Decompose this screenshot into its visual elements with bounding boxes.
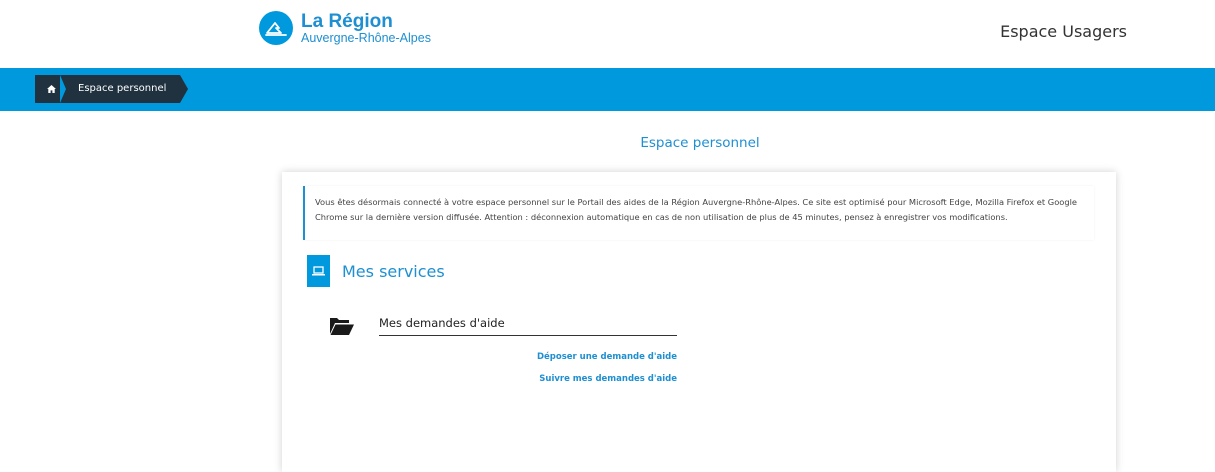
deposer-demande-link[interactable]: Déposer une demande d'aide (537, 352, 677, 362)
services-card: Vous êtes désormais connecté à votre esp… (282, 172, 1116, 472)
laptop-icon (307, 255, 330, 287)
home-icon (46, 85, 56, 93)
region-logo[interactable]: La Région Auvergne-Rhône-Alpes (259, 11, 431, 45)
page-title: Espace personnel (640, 135, 760, 151)
suivre-demandes-link[interactable]: Suivre mes demandes d'aide (539, 374, 677, 384)
services-header: Mes services (307, 255, 445, 287)
logo-subtitle: Auvergne-Rhône-Alpes (301, 30, 431, 45)
region-logo-icon (259, 11, 293, 45)
logo-title: La Région (301, 10, 393, 32)
breadcrumb-current[interactable]: Espace personnel (59, 75, 189, 103)
services-title: Mes services (342, 261, 445, 281)
demandes-title: Mes demandes d'aide (379, 316, 677, 336)
info-notice: Vous êtes désormais connecté à votre esp… (303, 186, 1094, 240)
site-header: La Région Auvergne-Rhône-Alpes Espace Us… (0, 0, 1215, 68)
folder-open-icon (329, 316, 355, 341)
espace-usagers-title: Espace Usagers (1000, 22, 1127, 41)
